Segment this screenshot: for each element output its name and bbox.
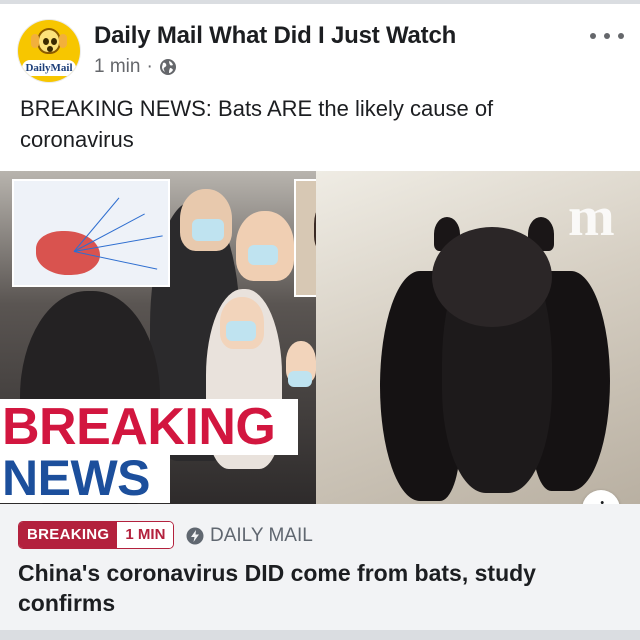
page-name-link[interactable]: Daily Mail What Did I Just Watch (94, 22, 456, 50)
source-name: DAILY MAIL (210, 525, 313, 546)
shocked-face-icon (37, 28, 61, 54)
post-meta: 1 min · (94, 56, 177, 78)
bottom-divider (0, 630, 640, 640)
post-image[interactable]: m BREAKING NEWS (0, 171, 640, 504)
avatar-logo: DailyMail (22, 60, 76, 76)
globe-icon[interactable] (159, 58, 177, 76)
post-text: BREAKING NEWS: Bats ARE the likely cause… (20, 96, 494, 152)
post-timestamp[interactable]: 1 min (94, 56, 140, 78)
news-overlay: NEWS (0, 453, 170, 503)
badge-label: BREAKING (19, 522, 118, 548)
lightning-icon (186, 527, 204, 545)
more-options-icon[interactable] (590, 28, 624, 44)
page-avatar[interactable]: DailyMail (18, 20, 80, 82)
watermark-logo: m (568, 186, 615, 248)
top-divider (0, 0, 640, 4)
map-inset (12, 179, 170, 287)
bat-head (432, 227, 552, 327)
badge-time: 1 MIN (117, 522, 174, 548)
breaking-badge: BREAKING 1 MIN (18, 521, 175, 549)
link-headline[interactable]: China's coronavirus DID come from bats, … (18, 558, 618, 618)
link-source: DAILY MAIL (186, 524, 313, 548)
breaking-overlay: BREAKING (0, 399, 298, 455)
meta-separator: · (146, 56, 153, 77)
